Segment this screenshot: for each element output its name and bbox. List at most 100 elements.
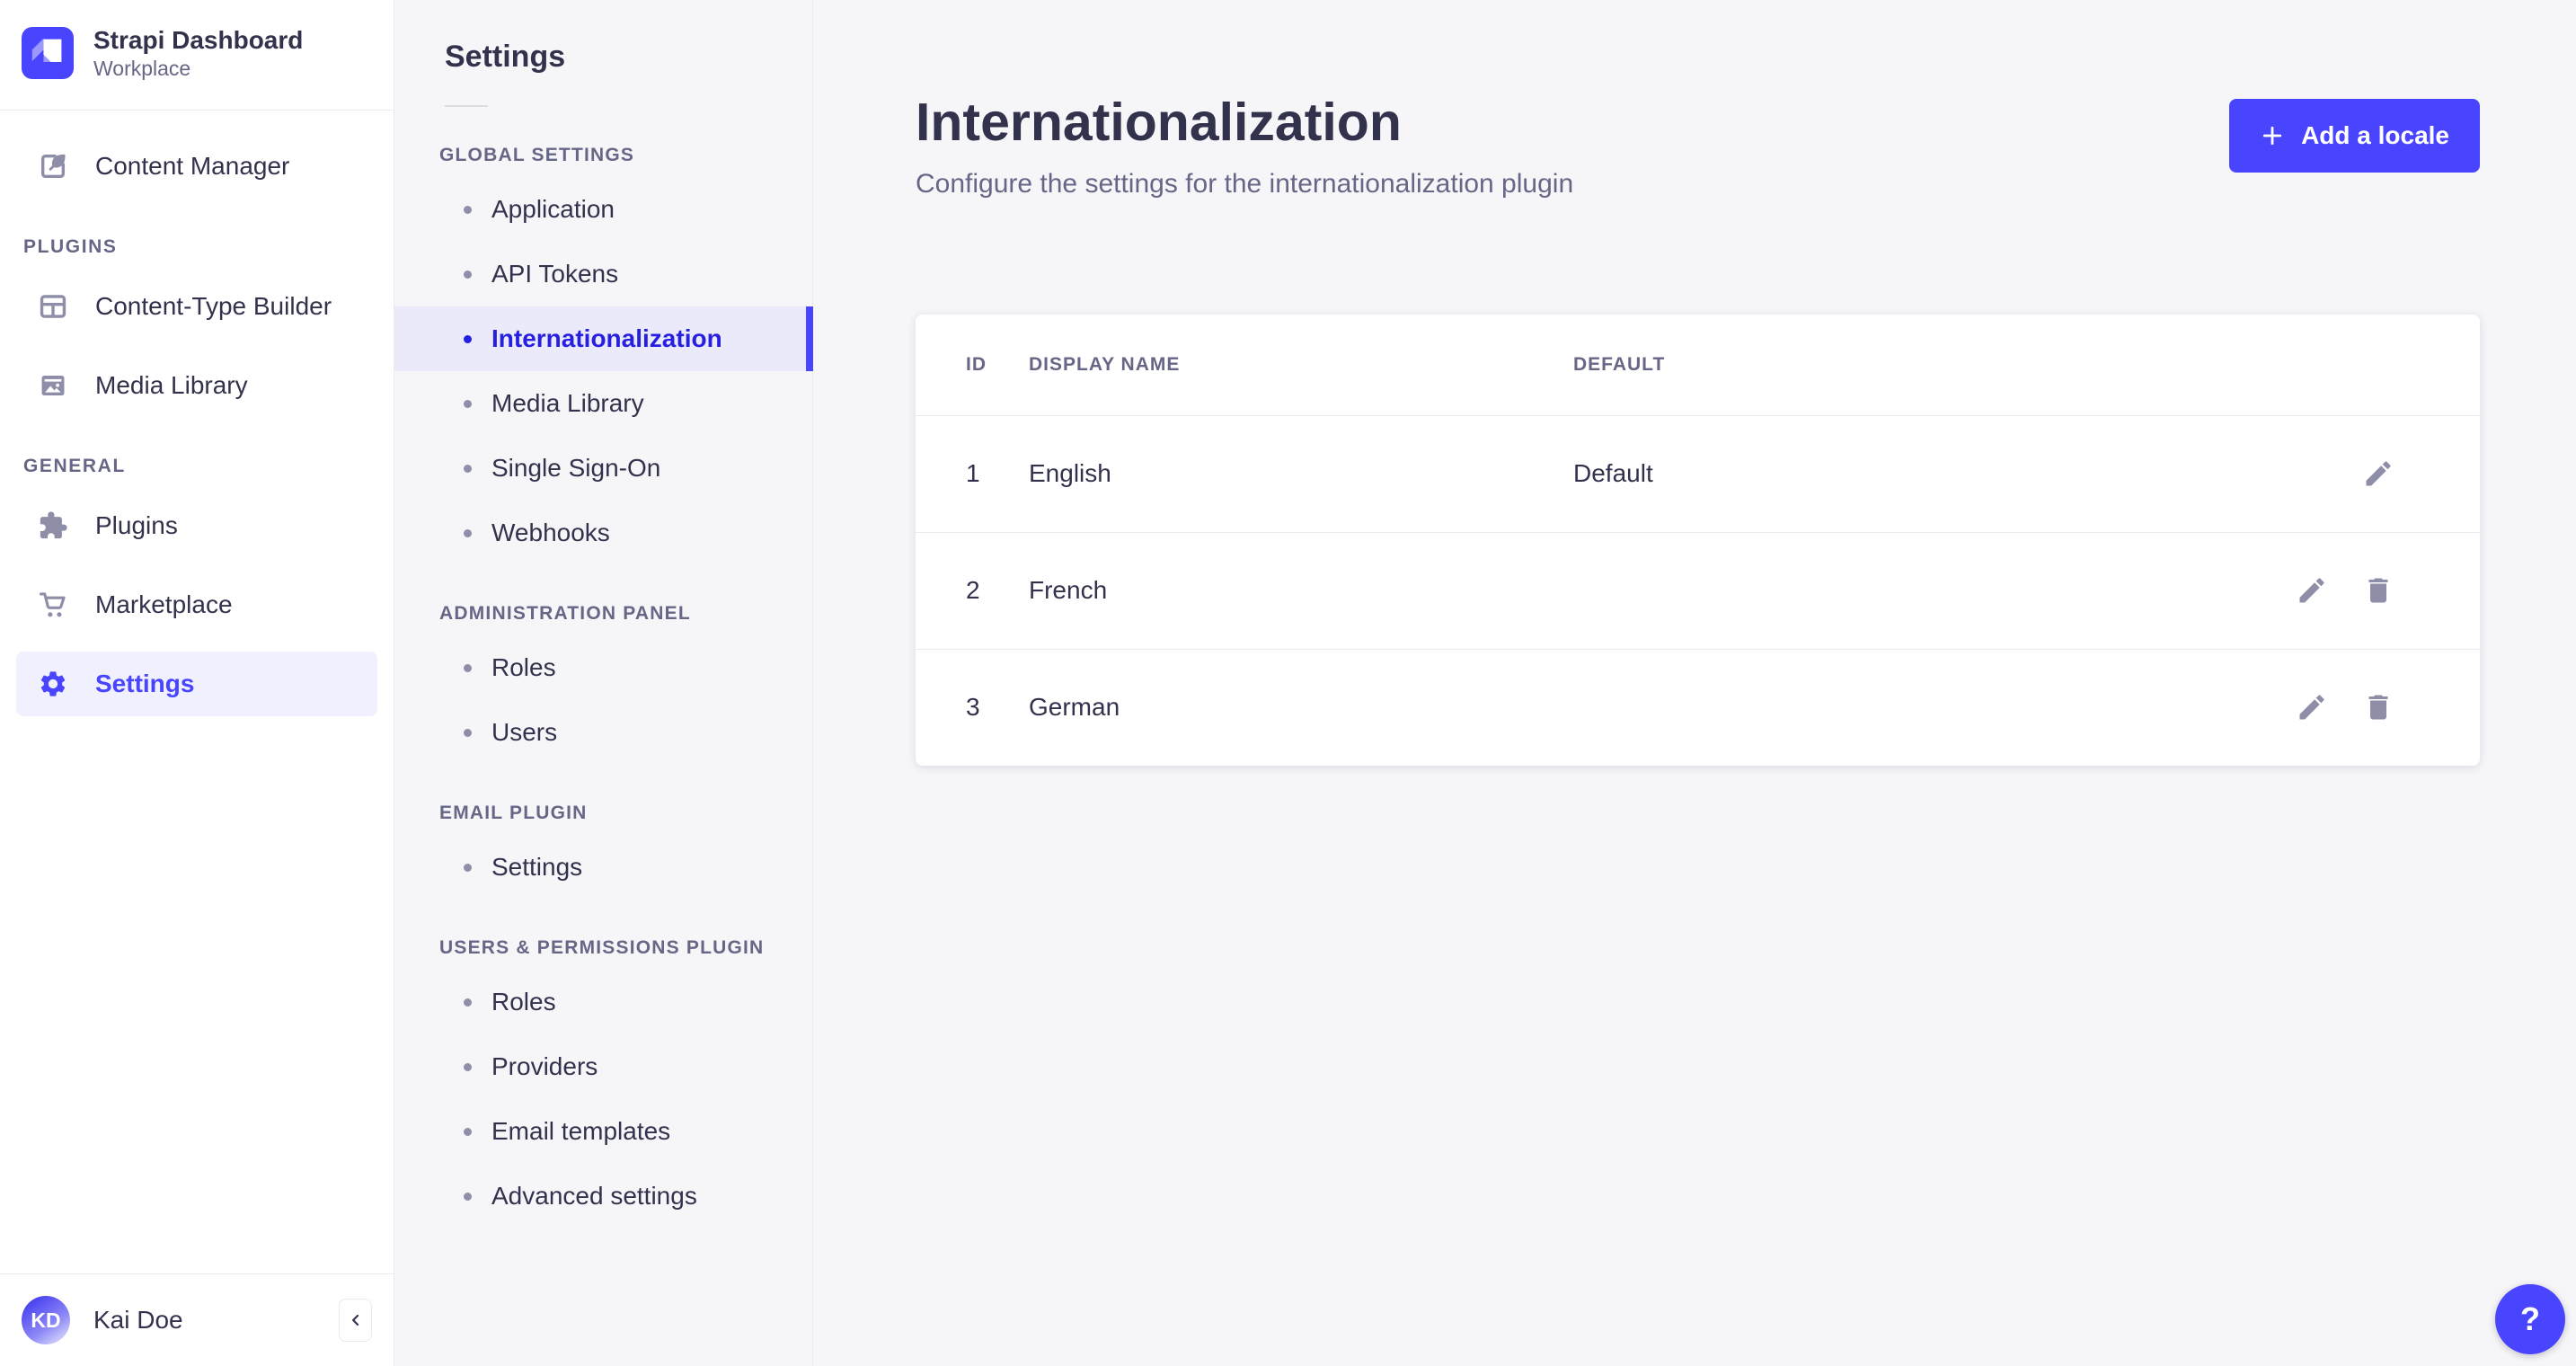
- pencil-icon: [2296, 691, 2328, 723]
- cell-display-name: French: [1029, 532, 1573, 650]
- table-row: 1 English Default: [916, 415, 2480, 533]
- add-locale-label: Add a locale: [2301, 121, 2449, 149]
- bullet-icon: [464, 1062, 472, 1071]
- page-title: Internationalization: [916, 93, 1402, 152]
- bullet-icon: [464, 464, 472, 473]
- user-name: Kai Doe: [93, 1306, 183, 1334]
- subnav-item-webhooks[interactable]: Webhooks: [394, 501, 812, 565]
- bullet-icon: [464, 728, 472, 737]
- strapi-logo-icon: [22, 27, 74, 79]
- content-manager-icon: [38, 151, 68, 182]
- bullet-icon: [464, 1127, 472, 1136]
- media-library-icon: [38, 370, 68, 401]
- cell-id: 2: [916, 532, 1029, 650]
- settings-subnav: Settings GLOBAL SETTINGS Application API…: [394, 0, 813, 1366]
- bullet-icon: [464, 205, 472, 214]
- trash-icon: [2362, 691, 2395, 723]
- nav-item-label: Content-Type Builder: [95, 292, 332, 320]
- subnav-title-rule: [445, 105, 488, 107]
- nav-item-settings[interactable]: Settings: [16, 652, 377, 716]
- avatar[interactable]: KD: [22, 1296, 70, 1344]
- subnav-item-up-roles[interactable]: Roles: [394, 970, 812, 1034]
- nav-item-label: Marketplace: [95, 590, 233, 618]
- trash-icon: [2362, 574, 2395, 607]
- plus-icon: [2260, 123, 2285, 148]
- page-header: Internationalization Configure the setti…: [916, 93, 2480, 200]
- column-header-display-name: DISPLAY NAME: [1029, 315, 1573, 416]
- nav-section-plugins: PLUGINS: [23, 236, 118, 257]
- column-header-id: ID: [916, 315, 1029, 416]
- subnav-section-users-permissions-plugin: USERS & PERMISSIONS PLUGIN: [439, 937, 765, 958]
- edit-locale-button[interactable]: [2361, 457, 2395, 491]
- nav-item-content-type-builder[interactable]: Content-Type Builder: [16, 274, 377, 339]
- subnav-item-up-advanced-settings[interactable]: Advanced settings: [394, 1164, 812, 1229]
- main-sidebar: Strapi Dashboard Workplace Content Manag…: [0, 0, 394, 1366]
- chevron-left-icon: [347, 1311, 365, 1329]
- subnav-section-administration-panel: ADMINISTRATION PANEL: [439, 603, 691, 624]
- nav-item-label: Settings: [95, 670, 195, 697]
- column-header-actions: [2192, 315, 2480, 416]
- subnav-item-admin-users[interactable]: Users: [394, 700, 812, 765]
- nav-item-content-manager[interactable]: Content Manager: [16, 134, 377, 199]
- bullet-icon: [464, 334, 472, 343]
- pencil-icon: [2362, 457, 2395, 490]
- cell-default: [1573, 649, 2192, 766]
- main-content: Internationalization Configure the setti…: [813, 0, 2576, 1366]
- workspace-title: Strapi Dashboard: [93, 26, 304, 54]
- column-header-default: DEFAULT: [1573, 315, 2192, 416]
- subnav-item-email-settings[interactable]: Settings: [394, 835, 812, 900]
- page-subtitle: Configure the settings for the internati…: [916, 169, 1574, 199]
- nav-item-plugins[interactable]: Plugins: [16, 493, 377, 558]
- content-type-builder-icon: [38, 291, 68, 322]
- nav-item-marketplace[interactable]: Marketplace: [16, 572, 377, 637]
- subnav-item-single-sign-on[interactable]: Single Sign-On: [394, 436, 812, 501]
- subnav-title: Settings: [445, 40, 566, 74]
- help-button[interactable]: ?: [2495, 1284, 2565, 1354]
- bullet-icon: [464, 528, 472, 537]
- bullet-icon: [464, 663, 472, 672]
- table-row: 2 French: [916, 532, 2480, 650]
- plugins-icon: [38, 510, 68, 541]
- subnav-item-internationalization[interactable]: Internationalization: [394, 306, 813, 371]
- subnav-item-media-library[interactable]: Media Library: [394, 371, 812, 436]
- subnav-item-up-providers[interactable]: Providers: [394, 1034, 812, 1099]
- workspace-switcher[interactable]: Strapi Dashboard Workplace: [0, 0, 394, 110]
- edit-locale-button[interactable]: [2295, 573, 2329, 608]
- subnav-section-global-settings: GLOBAL SETTINGS: [439, 145, 635, 165]
- bullet-icon: [464, 998, 472, 1007]
- cell-id: 1: [916, 415, 1029, 533]
- pencil-icon: [2296, 574, 2328, 607]
- settings-icon: [38, 669, 68, 699]
- table-header-row: ID DISPLAY NAME DEFAULT: [916, 315, 2480, 416]
- bullet-icon: [464, 270, 472, 279]
- subnav-item-api-tokens[interactable]: API Tokens: [394, 242, 812, 306]
- subnav-item-admin-roles[interactable]: Roles: [394, 635, 812, 700]
- subnav-section-email-plugin: EMAIL PLUGIN: [439, 803, 588, 823]
- locales-table: ID DISPLAY NAME DEFAULT 1 English Defaul…: [916, 315, 2480, 766]
- add-locale-button[interactable]: Add a locale: [2229, 99, 2480, 173]
- nav-item-label: Content Manager: [95, 152, 290, 180]
- nav-item-label: Plugins: [95, 511, 178, 539]
- workspace-subtitle: Workplace: [93, 57, 191, 80]
- delete-locale-button[interactable]: [2361, 573, 2395, 608]
- subnav-item-application[interactable]: Application: [394, 177, 812, 242]
- cell-default: Default: [1573, 415, 2192, 533]
- collapse-sidebar-button[interactable]: [339, 1299, 372, 1342]
- subnav-item-up-email-templates[interactable]: Email templates: [394, 1099, 812, 1164]
- locales-table-card: ID DISPLAY NAME DEFAULT 1 English Defaul…: [916, 315, 2480, 766]
- cell-display-name: German: [1029, 693, 1120, 722]
- nav-item-media-library[interactable]: Media Library: [16, 353, 377, 418]
- nav-section-general: GENERAL: [23, 456, 126, 476]
- cell-id: 3: [966, 693, 980, 722]
- bullet-icon: [464, 399, 472, 408]
- table-row: 3 German: [916, 649, 2480, 766]
- bullet-icon: [464, 1192, 472, 1201]
- edit-locale-button[interactable]: [2295, 690, 2329, 724]
- cell-display-name: English: [1029, 415, 1573, 533]
- delete-locale-button[interactable]: [2361, 690, 2395, 724]
- marketplace-icon: [38, 590, 68, 620]
- main-nav: Content Manager PLUGINS Content-Type Bui…: [0, 111, 394, 731]
- nav-item-label: Media Library: [95, 371, 248, 399]
- sidebar-footer: KD Kai Doe: [0, 1273, 394, 1366]
- bullet-icon: [464, 863, 472, 872]
